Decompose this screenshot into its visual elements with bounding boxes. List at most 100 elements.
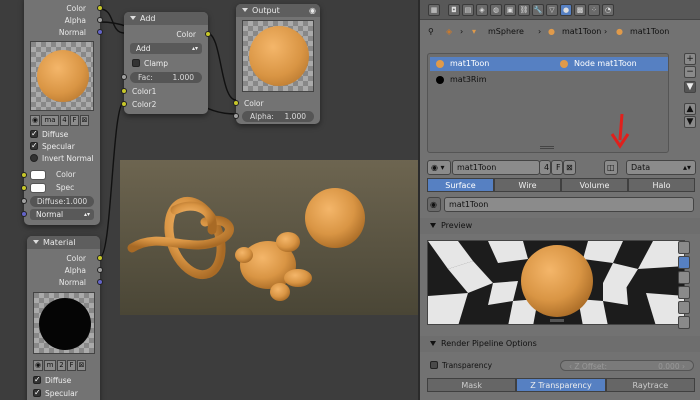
particles-icon[interactable]: ⁘ bbox=[588, 4, 600, 16]
node-toggle-icon[interactable]: ◫ bbox=[604, 160, 618, 175]
editor-type-icon[interactable]: ▦ bbox=[428, 4, 440, 16]
list-resize-handle[interactable] bbox=[540, 146, 554, 149]
material-node-header[interactable]: Material bbox=[27, 236, 100, 249]
checkbox-specular[interactable]: Specular bbox=[30, 140, 75, 152]
check-icon[interactable] bbox=[30, 128, 38, 139]
checkbox-specular[interactable]: Specular bbox=[33, 387, 78, 399]
color-swatch[interactable] bbox=[30, 170, 46, 180]
alpha-field[interactable]: Alpha: 1.000 bbox=[242, 111, 314, 122]
material-slots-list[interactable]: mat1Toon Node mat1Toon mat3Rim bbox=[427, 53, 669, 153]
camera-icon[interactable]: ◘ bbox=[448, 4, 460, 16]
checkbox-icon[interactable] bbox=[30, 154, 38, 162]
tab-surface[interactable]: Surface bbox=[427, 178, 494, 192]
socket-spec-in[interactable] bbox=[21, 185, 27, 191]
normal-dropdown[interactable]: Normal ▴▾ bbox=[30, 209, 94, 220]
socket-color-out[interactable] bbox=[97, 255, 103, 261]
diffuse-intensity-field[interactable]: Diffuse:1.000 bbox=[30, 196, 94, 207]
output-node-header[interactable]: Output ◉ bbox=[236, 4, 320, 17]
socket-output-color-in[interactable] bbox=[233, 100, 239, 106]
node-material-field[interactable]: ◉ bbox=[427, 197, 441, 212]
collapse-triangle-icon[interactable] bbox=[430, 341, 436, 346]
output-node[interactable]: Output ◉ Color Alpha: 1.000 bbox=[233, 4, 320, 124]
tab-halo[interactable]: Halo bbox=[628, 178, 695, 192]
close-icon[interactable]: ⊠ bbox=[77, 360, 86, 371]
preview-flat-button[interactable] bbox=[678, 241, 690, 254]
tab-raytrace[interactable]: Raytrace bbox=[605, 378, 695, 392]
constraints-icon[interactable]: ⛓ bbox=[518, 4, 530, 16]
world-icon[interactable]: ◍ bbox=[490, 4, 502, 16]
add-slot-button[interactable]: + bbox=[684, 53, 696, 65]
socket-color-out[interactable] bbox=[97, 5, 103, 11]
remove-slot-button[interactable]: − bbox=[684, 66, 696, 78]
sphere-icon[interactable]: ◉ bbox=[309, 4, 316, 17]
texture-icon[interactable]: ▩ bbox=[574, 4, 586, 16]
blend-mode-dropdown[interactable]: Add ▴▾ bbox=[130, 43, 202, 54]
socket-output-alpha-in[interactable] bbox=[233, 113, 239, 119]
render-pipeline-header[interactable]: Render Pipeline Options bbox=[420, 336, 700, 352]
socket-normal-in[interactable] bbox=[21, 211, 27, 217]
socket-add-out[interactable] bbox=[205, 31, 211, 37]
socket-alpha-out[interactable] bbox=[97, 267, 103, 273]
checkbox-diffuse[interactable]: Diffuse bbox=[33, 374, 71, 386]
collapse-triangle-icon[interactable] bbox=[130, 16, 136, 20]
add-node[interactable]: Add Color Add ▴▾ Clamp Fac: 1.000 Color1 C… bbox=[121, 12, 211, 114]
link-dropdown[interactable]: Data ▴▾ bbox=[626, 160, 696, 175]
chevron-right-icon[interactable]: › bbox=[682, 362, 685, 371]
collapse-triangle-icon[interactable] bbox=[33, 240, 39, 244]
slot-mat1toon[interactable]: mat1Toon Node mat1Toon bbox=[430, 57, 668, 71]
move-down-button[interactable]: ▼ bbox=[684, 116, 696, 128]
datablock-name[interactable]: ma bbox=[41, 115, 59, 126]
preview-cube-button[interactable] bbox=[678, 271, 690, 284]
z-offset-field[interactable]: ‹ Z Offset: 0.000 › bbox=[560, 360, 694, 371]
socket-color1-in[interactable] bbox=[121, 88, 127, 94]
node-material-name[interactable]: mat1Toon bbox=[444, 197, 694, 212]
fake-user-button[interactable]: F bbox=[67, 360, 76, 371]
check-icon[interactable] bbox=[33, 374, 41, 385]
preview-hair-button[interactable] bbox=[678, 301, 690, 314]
spec-swatch[interactable] bbox=[30, 183, 46, 193]
add-node-header[interactable]: Add bbox=[124, 12, 208, 25]
transparency-checkbox[interactable]: Transparency bbox=[430, 360, 492, 371]
scene-icon[interactable]: ◈ bbox=[476, 4, 488, 16]
modifiers-icon[interactable]: 🔧 bbox=[532, 4, 544, 16]
socket-color-in[interactable] bbox=[21, 172, 27, 178]
preview-sky-button[interactable] bbox=[678, 316, 690, 329]
chevron-left-icon[interactable]: ‹ bbox=[569, 362, 572, 371]
preview-panel-header[interactable]: Preview bbox=[420, 218, 700, 234]
fac-field[interactable]: Fac: 1.000 bbox=[130, 72, 202, 83]
unlink-close-icon[interactable]: ⊠ bbox=[563, 160, 576, 175]
node-editor[interactable]: Color Alpha Normal ◉ ma 4 F ⊠ Diffuse Sp… bbox=[0, 0, 418, 400]
datablock-bar[interactable]: ◉ m 2 F ⊠ bbox=[33, 360, 86, 371]
socket-color2-in[interactable] bbox=[121, 101, 127, 107]
collapse-triangle-icon[interactable] bbox=[242, 8, 248, 12]
tab-volume[interactable]: Volume bbox=[561, 178, 628, 192]
datablock-name[interactable]: m bbox=[44, 360, 56, 371]
check-icon[interactable] bbox=[33, 387, 41, 398]
collapse-triangle-icon[interactable] bbox=[430, 223, 436, 228]
datablock-bar[interactable]: ◉ ma 4 F ⊠ bbox=[30, 115, 89, 126]
close-icon[interactable]: ⊠ bbox=[80, 115, 89, 126]
material-node-top[interactable]: Color Alpha Normal ◉ ma 4 F ⊠ Diffuse Sp… bbox=[21, 0, 103, 225]
socket-diffuse-in[interactable] bbox=[21, 198, 27, 204]
sphere-icon[interactable]: ◉ bbox=[33, 360, 43, 371]
browse-material-button[interactable]: ◉ ▾ bbox=[427, 160, 451, 175]
physics-icon[interactable]: ◔ bbox=[602, 4, 614, 16]
tab-z-transparency[interactable]: Z Transparency bbox=[516, 378, 606, 392]
check-icon[interactable] bbox=[30, 140, 38, 151]
checkbox-icon[interactable] bbox=[132, 59, 140, 67]
socket-alpha-out[interactable] bbox=[97, 17, 103, 23]
fake-user-button[interactable]: F bbox=[551, 160, 563, 175]
move-up-button[interactable]: ▲ bbox=[684, 103, 696, 115]
pin-icon[interactable]: ⚲ bbox=[428, 25, 434, 39]
render-layers-icon[interactable]: ▤ bbox=[462, 4, 474, 16]
checkbox-diffuse[interactable]: Diffuse bbox=[30, 128, 68, 140]
sphere-icon[interactable]: ◉ bbox=[30, 115, 40, 126]
tab-mask[interactable]: Mask bbox=[427, 378, 517, 392]
material-icon[interactable]: ● bbox=[560, 4, 572, 16]
preview-sphere-button[interactable] bbox=[678, 256, 690, 269]
socket-fac-in[interactable] bbox=[121, 74, 127, 80]
fake-user-button[interactable]: F bbox=[70, 115, 79, 126]
checkbox-invert-normal[interactable]: Invert Normal bbox=[30, 153, 94, 164]
clamp-checkbox[interactable]: Clamp bbox=[132, 58, 168, 69]
material-name-field[interactable]: mat1Toon bbox=[452, 160, 540, 175]
